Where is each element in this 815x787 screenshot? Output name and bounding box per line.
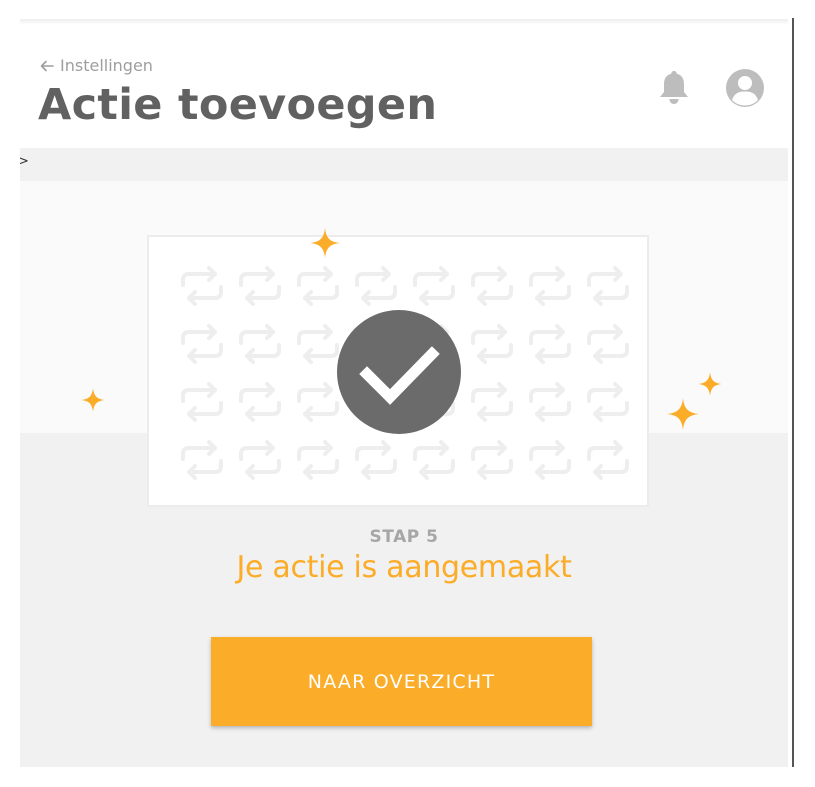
repeat-arrows-icon — [297, 324, 339, 364]
repeat-arrows-icon — [471, 440, 513, 480]
repeat-arrows-icon — [587, 266, 629, 306]
window-right-border — [792, 18, 794, 767]
repeat-arrows-icon — [529, 440, 571, 480]
repeat-arrows-icon — [529, 324, 571, 364]
repeat-arrows-icon — [239, 324, 281, 364]
repeat-arrows-icon — [529, 266, 571, 306]
repeat-arrows-icon — [355, 266, 397, 306]
sparkle-icon — [81, 388, 105, 412]
sparkle-icon — [310, 228, 340, 258]
breadcrumb-separator: > — [20, 154, 29, 169]
repeat-arrows-icon — [181, 266, 223, 306]
repeat-arrows-icon — [181, 440, 223, 480]
arrow-left-icon — [40, 59, 54, 73]
checkmark-icon — [337, 310, 461, 434]
sparkle-icon — [698, 372, 722, 396]
repeat-arrows-icon — [587, 440, 629, 480]
go-to-overview-button[interactable]: NAAR OVERZICHT — [211, 637, 592, 726]
breadcrumb: > — [20, 148, 788, 181]
repeat-arrows-icon — [239, 266, 281, 306]
user-avatar-icon[interactable] — [725, 68, 765, 108]
repeat-arrows-icon — [181, 324, 223, 364]
repeat-arrows-icon — [181, 382, 223, 422]
repeat-arrows-icon — [297, 440, 339, 480]
repeat-arrows-icon — [587, 324, 629, 364]
back-link[interactable]: Instellingen — [40, 56, 153, 75]
page-title: Actie toevoegen — [38, 80, 438, 130]
repeat-arrows-icon — [471, 382, 513, 422]
app-window: Instellingen Actie toevoegen > STAP 5 Je… — [20, 24, 788, 767]
sparkle-icon — [667, 398, 699, 430]
bell-icon[interactable] — [657, 69, 691, 105]
repeat-arrows-icon — [239, 382, 281, 422]
repeat-arrows-icon — [587, 382, 629, 422]
repeat-arrows-icon — [297, 382, 339, 422]
back-link-label: Instellingen — [60, 56, 153, 75]
repeat-arrows-icon — [529, 382, 571, 422]
repeat-arrows-icon — [355, 440, 397, 480]
repeat-arrows-icon — [413, 440, 455, 480]
repeat-arrows-icon — [471, 324, 513, 364]
success-message: Je actie is aangemaakt — [236, 550, 572, 585]
step-label: STAP 5 — [369, 527, 439, 547]
repeat-arrows-icon — [413, 266, 455, 306]
repeat-arrows-icon — [471, 266, 513, 306]
repeat-arrows-icon — [239, 440, 281, 480]
repeat-arrows-icon — [297, 266, 339, 306]
